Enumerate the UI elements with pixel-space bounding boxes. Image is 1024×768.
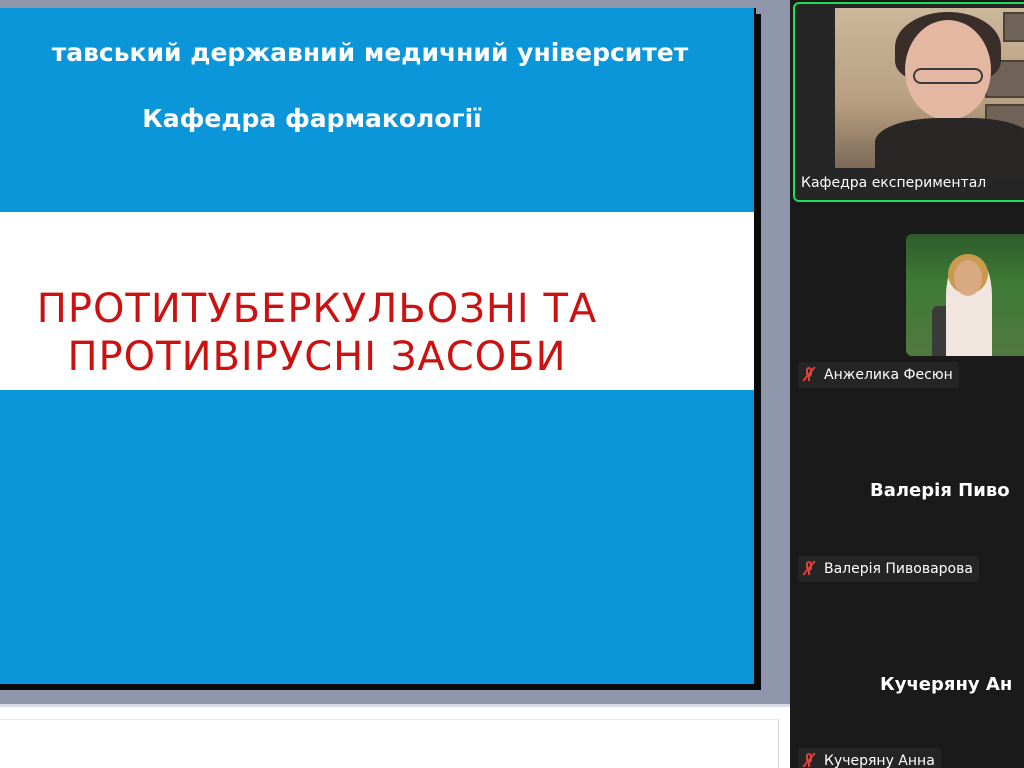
participant-tile-active-speaker[interactable]: Кафедра експериментал	[793, 2, 1024, 202]
wall-picture	[1003, 12, 1024, 42]
shared-app-panel	[0, 719, 779, 768]
participant-photo[interactable]	[906, 234, 1024, 356]
slide-university: тавський державний медичний університет	[51, 38, 689, 67]
slide-department: Кафедра фармакології	[142, 104, 482, 133]
participant-name-label: Анжелика Фесюн	[798, 362, 959, 388]
slide-title-line2: ПРОТИВІРУСНІ ЗАСОБИ	[67, 334, 567, 380]
presentation-slide: тавський державний медичний університет …	[0, 8, 756, 686]
photo-head	[954, 260, 982, 296]
participant-video	[835, 8, 1024, 178]
mic-muted-icon	[802, 366, 816, 382]
mic-muted-icon	[802, 560, 816, 576]
participant-display-name: Кучеряну Ан	[880, 674, 1013, 695]
person-body	[875, 118, 1024, 178]
participant-name: Анжелика Фесюн	[824, 367, 953, 383]
slide-title-line1: ПРОТИТУБЕРКУЛЬОЗНІ ТА	[36, 286, 598, 332]
participant-name: Кучеряну Анна	[824, 753, 935, 768]
participant-name: Кафедра експериментал	[801, 175, 987, 191]
participant-name-label: Валерія Пивоварова	[798, 556, 979, 582]
person-glasses	[913, 68, 983, 84]
participants-panel[interactable]: Кафедра експериментал Анжелика Фесюн Вал…	[790, 0, 1024, 768]
participant-name: Валерія Пивоварова	[824, 561, 973, 577]
shared-screen: тавський державний медичний університет …	[0, 0, 790, 768]
mic-muted-icon	[802, 752, 816, 768]
participant-name-label: Кучеряну Анна	[798, 748, 941, 768]
slide-title-band: ПРОТИТУБЕРКУЛЬОЗНІ ТА ПРОТИВІРУСНІ ЗАСОБ…	[0, 212, 754, 390]
shared-app-bottom	[0, 704, 790, 768]
participant-display-name: Валерія Пиво	[870, 480, 1010, 501]
